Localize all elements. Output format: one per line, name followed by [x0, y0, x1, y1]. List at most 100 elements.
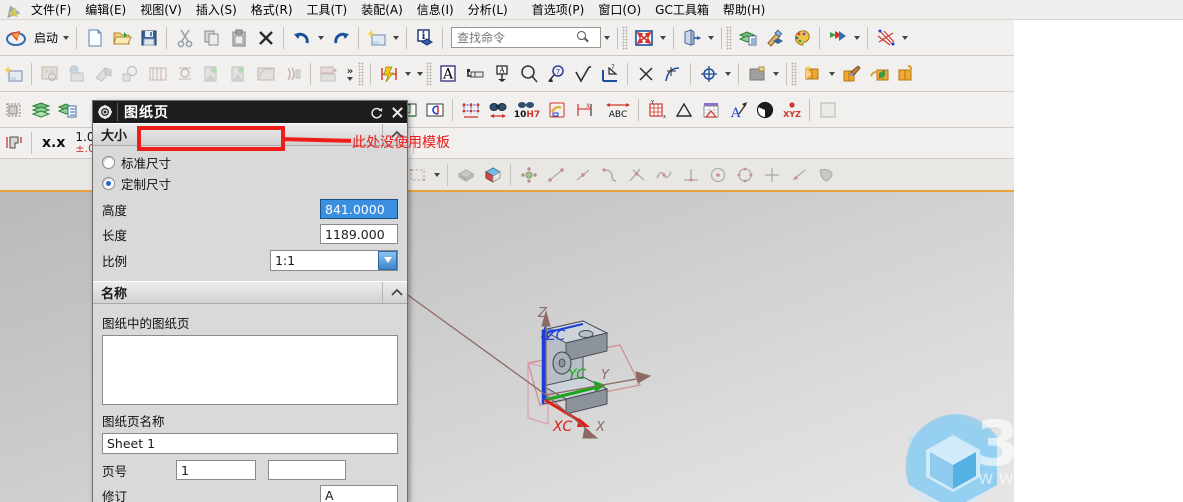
- cut-icon[interactable]: [171, 24, 198, 51]
- info-icon[interactable]: i: [411, 24, 438, 51]
- snap-point-icon[interactable]: [758, 161, 785, 188]
- visualization-icon[interactable]: [761, 24, 788, 51]
- snap-on-face-icon[interactable]: [812, 161, 839, 188]
- radio-custom-size[interactable]: 定制尺寸: [102, 173, 398, 194]
- palette-icon[interactable]: [788, 24, 815, 51]
- search-dropdown-icon[interactable]: [604, 35, 611, 40]
- half-section-icon[interactable]: [421, 96, 448, 123]
- dim-grid-icon[interactable]: [457, 96, 484, 123]
- view-alignment-icon[interactable]: [279, 60, 306, 87]
- face-select-icon[interactable]: [479, 161, 506, 188]
- new-file-icon[interactable]: [81, 24, 108, 51]
- dim-abc-icon[interactable]: ABC: [602, 96, 634, 123]
- export-view-icon[interactable]: [315, 60, 342, 87]
- chevron-up-icon[interactable]: [382, 282, 403, 303]
- toolbar-gripper[interactable]: [426, 61, 432, 86]
- selection-box-icon[interactable]: [404, 161, 431, 188]
- new-table-icon[interactable]: [799, 60, 826, 87]
- datum-feature-symbol-icon[interactable]: A: [488, 60, 515, 87]
- scale-combobox[interactable]: 1:1: [270, 249, 398, 271]
- start-label[interactable]: 启动: [32, 29, 60, 46]
- section-header-name[interactable]: 名称: [93, 281, 407, 304]
- page-number-input[interactable]: 1: [176, 460, 256, 480]
- grid-snap-dropdown-icon[interactable]: [902, 35, 909, 40]
- paste-icon[interactable]: [225, 24, 252, 51]
- menu-view[interactable]: 视图(V): [133, 1, 189, 19]
- tolerance-10h7-icon[interactable]: 10H7: [511, 96, 543, 123]
- weld-symbol-icon[interactable]: 7: [596, 60, 623, 87]
- detail-view-icon[interactable]: [117, 60, 144, 87]
- new-sheet-icon[interactable]: [0, 60, 27, 87]
- pie-contrast-icon[interactable]: [751, 96, 778, 123]
- offset-center-point-icon[interactable]: [659, 60, 686, 87]
- base-view-icon[interactable]: [36, 60, 63, 87]
- surface-finish-icon[interactable]: 7: [542, 60, 569, 87]
- delete-icon[interactable]: [252, 24, 279, 51]
- balloon-icon[interactable]: [515, 60, 542, 87]
- hatch-dropdown-icon[interactable]: [773, 71, 779, 76]
- dialog-title-bar[interactable]: 图纸页: [93, 101, 407, 123]
- toolbar-gripper[interactable]: [791, 61, 797, 86]
- reset-icon[interactable]: [367, 102, 387, 122]
- intersection-symbol-icon[interactable]: [632, 60, 659, 87]
- new-window-icon[interactable]: [363, 24, 390, 51]
- toolbar-gripper[interactable]: [726, 25, 733, 50]
- view-boundary-icon[interactable]: [171, 60, 198, 87]
- table-grid-icon[interactable]: Y x: [643, 96, 670, 123]
- menu-assemblies[interactable]: 装配(A): [354, 1, 410, 19]
- view-style-icon[interactable]: [252, 60, 279, 87]
- toolbar-gripper[interactable]: [622, 25, 629, 50]
- toolbar-overflow[interactable]: »: [342, 66, 358, 81]
- feature-parameters-icon[interactable]: [543, 96, 570, 123]
- view-orient-dropdown-icon[interactable]: [708, 35, 715, 40]
- note-icon[interactable]: A: [434, 60, 461, 87]
- menu-format[interactable]: 格式(R): [244, 1, 300, 19]
- snap-arc-icon[interactable]: [596, 161, 623, 188]
- inspection-dimension-icon[interactable]: [484, 96, 511, 123]
- break-view-icon[interactable]: [144, 60, 171, 87]
- centerline-dropdown-icon[interactable]: [725, 71, 731, 76]
- radio-standard-size[interactable]: 标准尺寸: [102, 152, 398, 173]
- menu-tools[interactable]: 工具(T): [300, 1, 355, 19]
- snap-center-icon[interactable]: [704, 161, 731, 188]
- revision-input[interactable]: A: [320, 485, 398, 502]
- layers-icon[interactable]: [27, 96, 54, 123]
- menu-help[interactable]: 帮助(H): [716, 1, 772, 19]
- surface-roughness-icon[interactable]: [569, 60, 596, 87]
- view-dependent-edit-icon[interactable]: [225, 60, 252, 87]
- toolbar-gripper[interactable]: [358, 61, 364, 86]
- triangle-icon[interactable]: [670, 96, 697, 123]
- update-views-icon[interactable]: [198, 60, 225, 87]
- snap-endpoint-icon[interactable]: [542, 161, 569, 188]
- menu-preferences[interactable]: 首选项(P): [525, 1, 592, 19]
- annotation-leader-icon[interactable]: A: [724, 96, 751, 123]
- parts-list-icon[interactable]: [865, 60, 892, 87]
- snap-quadrant-icon[interactable]: [731, 161, 758, 188]
- search-input[interactable]: [455, 29, 578, 46]
- overflow-dropdown-icon[interactable]: [347, 76, 353, 81]
- layer-settings-icon[interactable]: [734, 24, 761, 51]
- height-input[interactable]: 841.0000: [320, 199, 398, 219]
- row3-extra-icon[interactable]: [814, 96, 841, 123]
- menu-information[interactable]: 信息(I): [410, 1, 461, 19]
- undo-icon[interactable]: [288, 24, 315, 51]
- redo-icon[interactable]: [327, 24, 354, 51]
- solid-body-select-icon[interactable]: [452, 161, 479, 188]
- grid-snap-icon[interactable]: [872, 24, 899, 51]
- rapid-dimension-icon[interactable]: [375, 60, 402, 87]
- start-menu-icon[interactable]: [0, 24, 32, 51]
- snap-intersection-icon[interactable]: [623, 161, 650, 188]
- hatch-icon[interactable]: [743, 60, 770, 87]
- feature-control-frame-icon[interactable]: [461, 60, 488, 87]
- new-table-dropdown-icon[interactable]: [829, 71, 835, 76]
- snap-on-curve-icon[interactable]: [785, 161, 812, 188]
- menu-window[interactable]: 窗口(O): [591, 1, 648, 19]
- layer-list-icon[interactable]: [54, 96, 81, 123]
- dim-x-icon[interactable]: x: [570, 96, 602, 123]
- save-file-icon[interactable]: [135, 24, 162, 51]
- new-window-dropdown-icon[interactable]: [393, 35, 400, 40]
- edit-table-icon[interactable]: [838, 60, 865, 87]
- fit-view-icon[interactable]: [630, 24, 657, 51]
- menu-insert[interactable]: 插入(S): [189, 1, 244, 19]
- copy-icon[interactable]: [198, 24, 225, 51]
